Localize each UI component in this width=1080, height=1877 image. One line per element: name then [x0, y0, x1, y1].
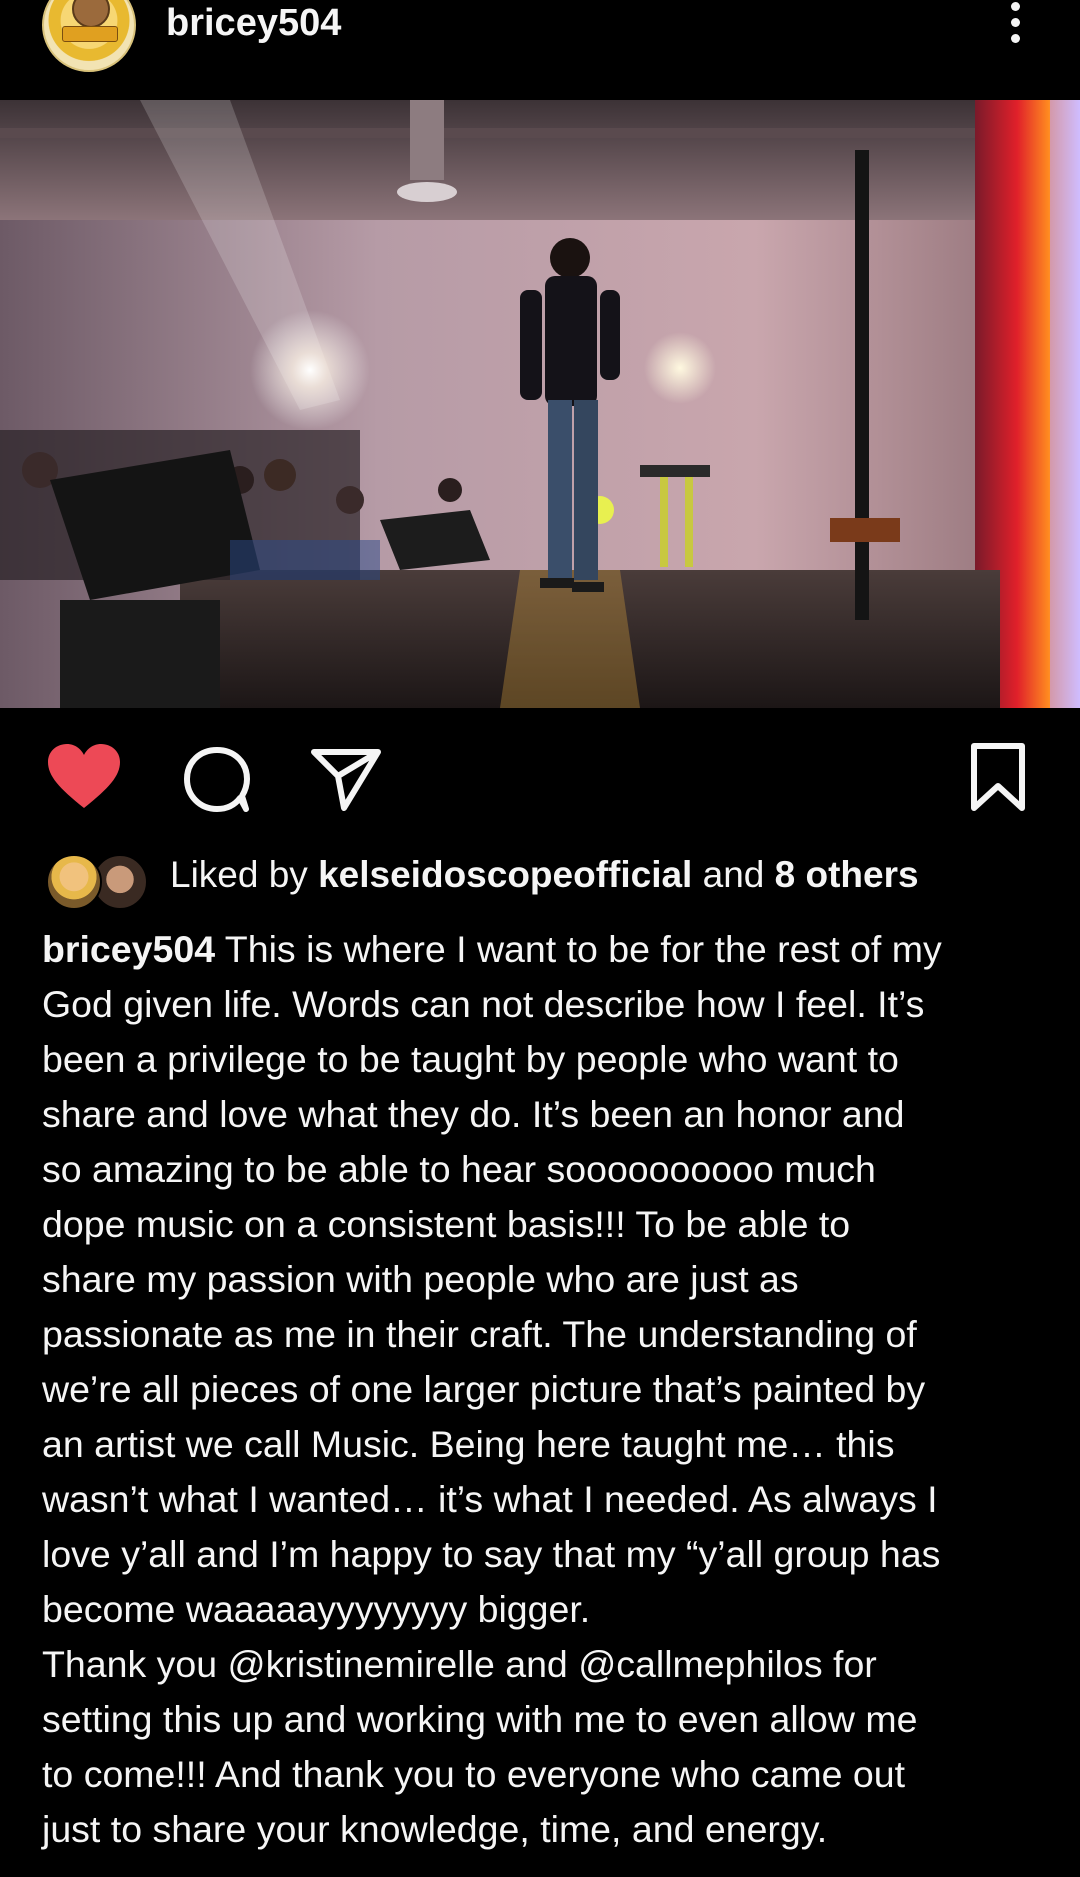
send-icon[interactable]: [310, 746, 382, 812]
post-photo[interactable]: [0, 100, 1080, 708]
caption-line: Thank you @kristinemirelle and @callmeph…: [42, 1643, 877, 1685]
likes-prefix: Liked by: [170, 854, 319, 895]
caption-line: so amazing to be able to hear sooooooooo…: [42, 1148, 876, 1190]
more-vertical-icon[interactable]: [1000, 2, 1030, 48]
caption-line: share and love what they do. It’s been a…: [42, 1093, 905, 1135]
caption-line: to come!!! And thank you to everyone who…: [42, 1753, 906, 1795]
caption-line: bricey504 This is where I want to be for…: [42, 928, 942, 970]
caption-line: wasn’t what I wanted… it’s what I needed…: [42, 1478, 938, 1520]
avatar-face-icon: [72, 0, 110, 28]
likes-text: Liked by kelseidoscopeofficial and 8 oth…: [170, 854, 919, 896]
comment-icon[interactable]: [182, 746, 252, 814]
post-header: bricey504: [0, 0, 1080, 100]
bookmark-icon[interactable]: [968, 742, 1028, 814]
liker-avatar: [46, 854, 102, 910]
caption-line: an artist we call Music. Being here taug…: [42, 1423, 895, 1465]
caption-line: God given life. Words can not describe h…: [42, 983, 925, 1025]
caption-line: passionate as me in their craft. The und…: [42, 1313, 917, 1355]
post-caption: bricey504 This is where I want to be for…: [42, 922, 1052, 1857]
post-username[interactable]: bricey504: [166, 2, 341, 45]
caption-line: share my passion with people who are jus…: [42, 1258, 799, 1300]
likes-others-link[interactable]: 8 others: [775, 854, 919, 895]
likes-row[interactable]: Liked by kelseidoscopeofficial and 8 oth…: [42, 852, 1042, 912]
concert-stage-image: [0, 100, 1080, 708]
caption-line: been a privilege to be taught by people …: [42, 1038, 899, 1080]
avatar-logo-tag: [62, 26, 118, 42]
post-action-bar: [0, 730, 1080, 826]
caption-line: dope music on a consistent basis!!! To b…: [42, 1203, 851, 1245]
caption-line: setting this up and working with me to e…: [42, 1698, 918, 1740]
liker-username[interactable]: kelseidoscopeofficial: [318, 854, 692, 895]
caption-line: just to share your knowledge, time, and …: [42, 1808, 828, 1850]
likes-middle: and: [692, 854, 775, 895]
profile-avatar[interactable]: [42, 0, 136, 72]
caption-line: we’re all pieces of one larger picture t…: [42, 1368, 926, 1410]
caption-line: love y’all and I’m happy to say that my …: [42, 1533, 941, 1575]
caption-author[interactable]: bricey504: [42, 928, 215, 970]
heart-icon[interactable]: [45, 742, 123, 812]
caption-line: become waaaaayyyyyyyy bigger.: [42, 1588, 591, 1630]
